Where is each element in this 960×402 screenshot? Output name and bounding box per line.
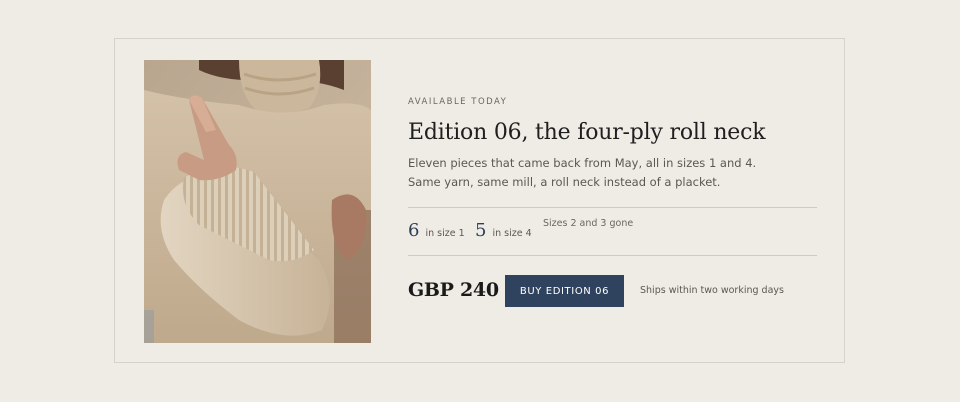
description-line: Same yarn, same mill, a roll neck instea… <box>408 175 721 189</box>
product-details: AVAILABLE TODAY Edition 06, the four-ply… <box>408 39 818 364</box>
price: GBP 240 <box>408 279 499 301</box>
product-title: Edition 06, the four-ply roll neck <box>408 120 766 145</box>
divider <box>408 255 817 256</box>
stock-label: in size 4 <box>492 228 532 239</box>
shipping-note: Ships within two working days <box>640 285 784 296</box>
description-line: Eleven pieces that came back from May, a… <box>408 156 757 170</box>
buy-button[interactable]: BUY EDITION 06 <box>505 275 624 307</box>
product-description: Eleven pieces that came back from May, a… <box>408 154 756 192</box>
stock-count: 6 <box>408 220 420 241</box>
stock-size-4: 5 in size 4 <box>475 220 532 241</box>
stock-label: in size 1 <box>425 228 465 239</box>
stock-size-1: 6 in size 1 <box>408 220 465 241</box>
divider <box>408 207 817 208</box>
stock-count: 5 <box>475 220 487 241</box>
product-card: AVAILABLE TODAY Edition 06, the four-ply… <box>114 38 845 363</box>
availability-label: AVAILABLE TODAY <box>408 97 508 107</box>
sold-out-note: Sizes 2 and 3 gone <box>543 218 634 229</box>
product-image <box>144 60 371 343</box>
